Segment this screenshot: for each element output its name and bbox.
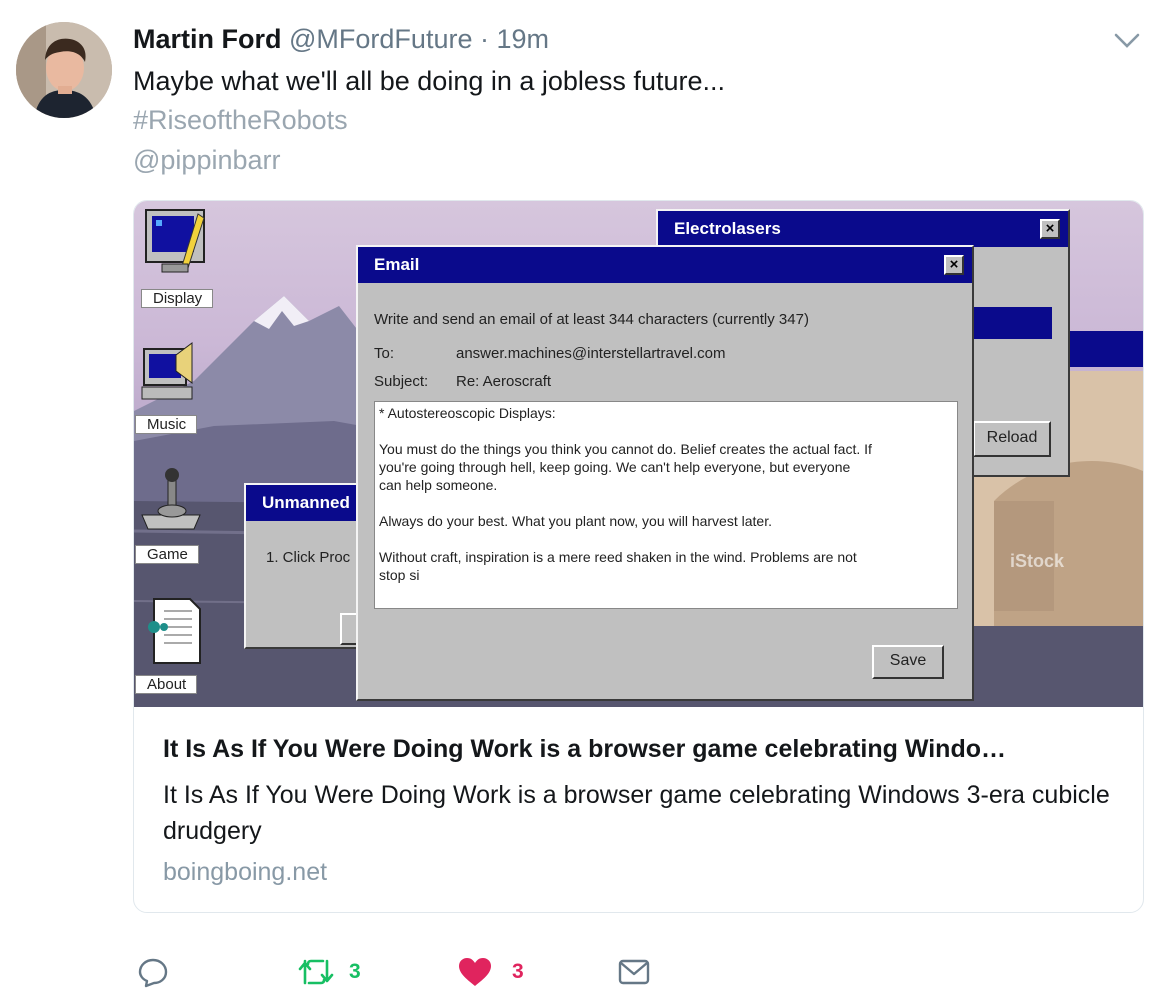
window-titlebar-partial — [1070, 331, 1143, 367]
icon-label-game: Game — [135, 545, 199, 564]
desktop-icon-music[interactable]: Music — [134, 333, 224, 434]
tweet-text: Maybe what we'll all be doing in a joble… — [133, 66, 725, 96]
separator: · — [479, 24, 489, 54]
reply-button[interactable] — [137, 952, 169, 992]
body-line: Without craft, inspiration is a mere ree… — [379, 549, 857, 565]
istock-watermark: iStock — [1010, 551, 1065, 571]
retweet-icon — [298, 959, 334, 985]
avatar[interactable] — [16, 22, 112, 118]
retweet-count: 3 — [349, 960, 361, 983]
icon-label-about: About — [135, 675, 198, 694]
email-body-textarea[interactable]: * Autostereoscopic Displays: You must do… — [374, 401, 958, 609]
subject-label: Subject: — [374, 373, 429, 390]
timestamp[interactable]: 19m — [497, 24, 550, 54]
close-icon[interactable]: × — [1040, 219, 1060, 239]
like-button[interactable]: 3 — [458, 952, 524, 992]
card-description: It Is As If You Were Doing Work is a bro… — [163, 781, 1110, 845]
joystick-icon — [141, 468, 201, 530]
body-line — [379, 530, 953, 548]
body-line: * Autostereoscopic Displays: — [379, 405, 556, 421]
body-line — [379, 494, 953, 512]
author-name[interactable]: Martin Ford — [133, 24, 282, 54]
window-title-electrolasers: Electrolasers — [658, 211, 1068, 247]
hashtag-link[interactable]: #RiseoftheRobots — [133, 102, 348, 138]
desktop-icon-display[interactable]: Display — [140, 206, 220, 308]
mention-link[interactable]: @pippinbarr — [133, 142, 281, 178]
direct-message-button[interactable] — [617, 952, 651, 992]
chevron-down-icon[interactable] — [1112, 28, 1142, 52]
body-line: Always do your best. What you plant now,… — [379, 513, 772, 529]
envelope-icon — [618, 959, 650, 985]
icon-label-music: Music — [135, 415, 198, 434]
unmanned-instruction: 1. Click Proc — [266, 549, 351, 566]
to-field[interactable]: answer.machines@interstellartravel.com — [456, 345, 726, 362]
document-icon — [148, 598, 201, 664]
action-bar: 3 3 — [0, 952, 700, 992]
save-button[interactable]: Save — [872, 645, 944, 679]
card-title[interactable]: It Is As If You Were Doing Work is a bro… — [163, 733, 1118, 765]
desktop-icon-game[interactable]: Game — [134, 463, 224, 564]
tweet-header: Martin Ford @MFordFuture · 19m — [133, 22, 549, 56]
close-icon[interactable]: × — [944, 255, 964, 275]
card-image: Display Music Game About Electrolasers ×… — [134, 201, 1143, 707]
link-card[interactable]: Display Music Game About Electrolasers ×… — [133, 200, 1144, 913]
window-title-unmanned: Unmanned — [246, 485, 358, 521]
card-domain[interactable]: boingboing.net — [163, 858, 327, 887]
body-line: you're going through hell, keep going. W… — [379, 459, 851, 475]
desktop-icon-about[interactable]: About — [134, 593, 224, 694]
body-line — [379, 422, 953, 440]
heart-icon — [459, 958, 491, 986]
music-icon — [141, 342, 193, 400]
retweet-button[interactable]: 3 — [297, 952, 361, 992]
reload-button[interactable]: Reload — [973, 421, 1051, 457]
to-label: To: — [374, 345, 395, 362]
subject-field[interactable]: Re: Aeroscraft — [456, 373, 551, 390]
body-line: can help someone. — [379, 477, 498, 493]
window-unmanned[interactable]: Unmanned 1. Click Proc — [244, 483, 370, 649]
like-count: 3 — [512, 960, 524, 983]
email-instruction: Write and send an email of at least 344 … — [374, 311, 809, 328]
window-title-email: Email — [358, 247, 972, 283]
reply-icon — [138, 958, 168, 988]
window-email[interactable]: Email × Write and send an email of at le… — [356, 245, 974, 701]
display-icon — [145, 209, 205, 273]
author-handle[interactable]: @MFordFuture — [289, 24, 472, 54]
body-line: stop si — [379, 567, 420, 583]
body-line: You must do the things you think you can… — [379, 441, 872, 457]
icon-label-display: Display — [141, 289, 214, 308]
